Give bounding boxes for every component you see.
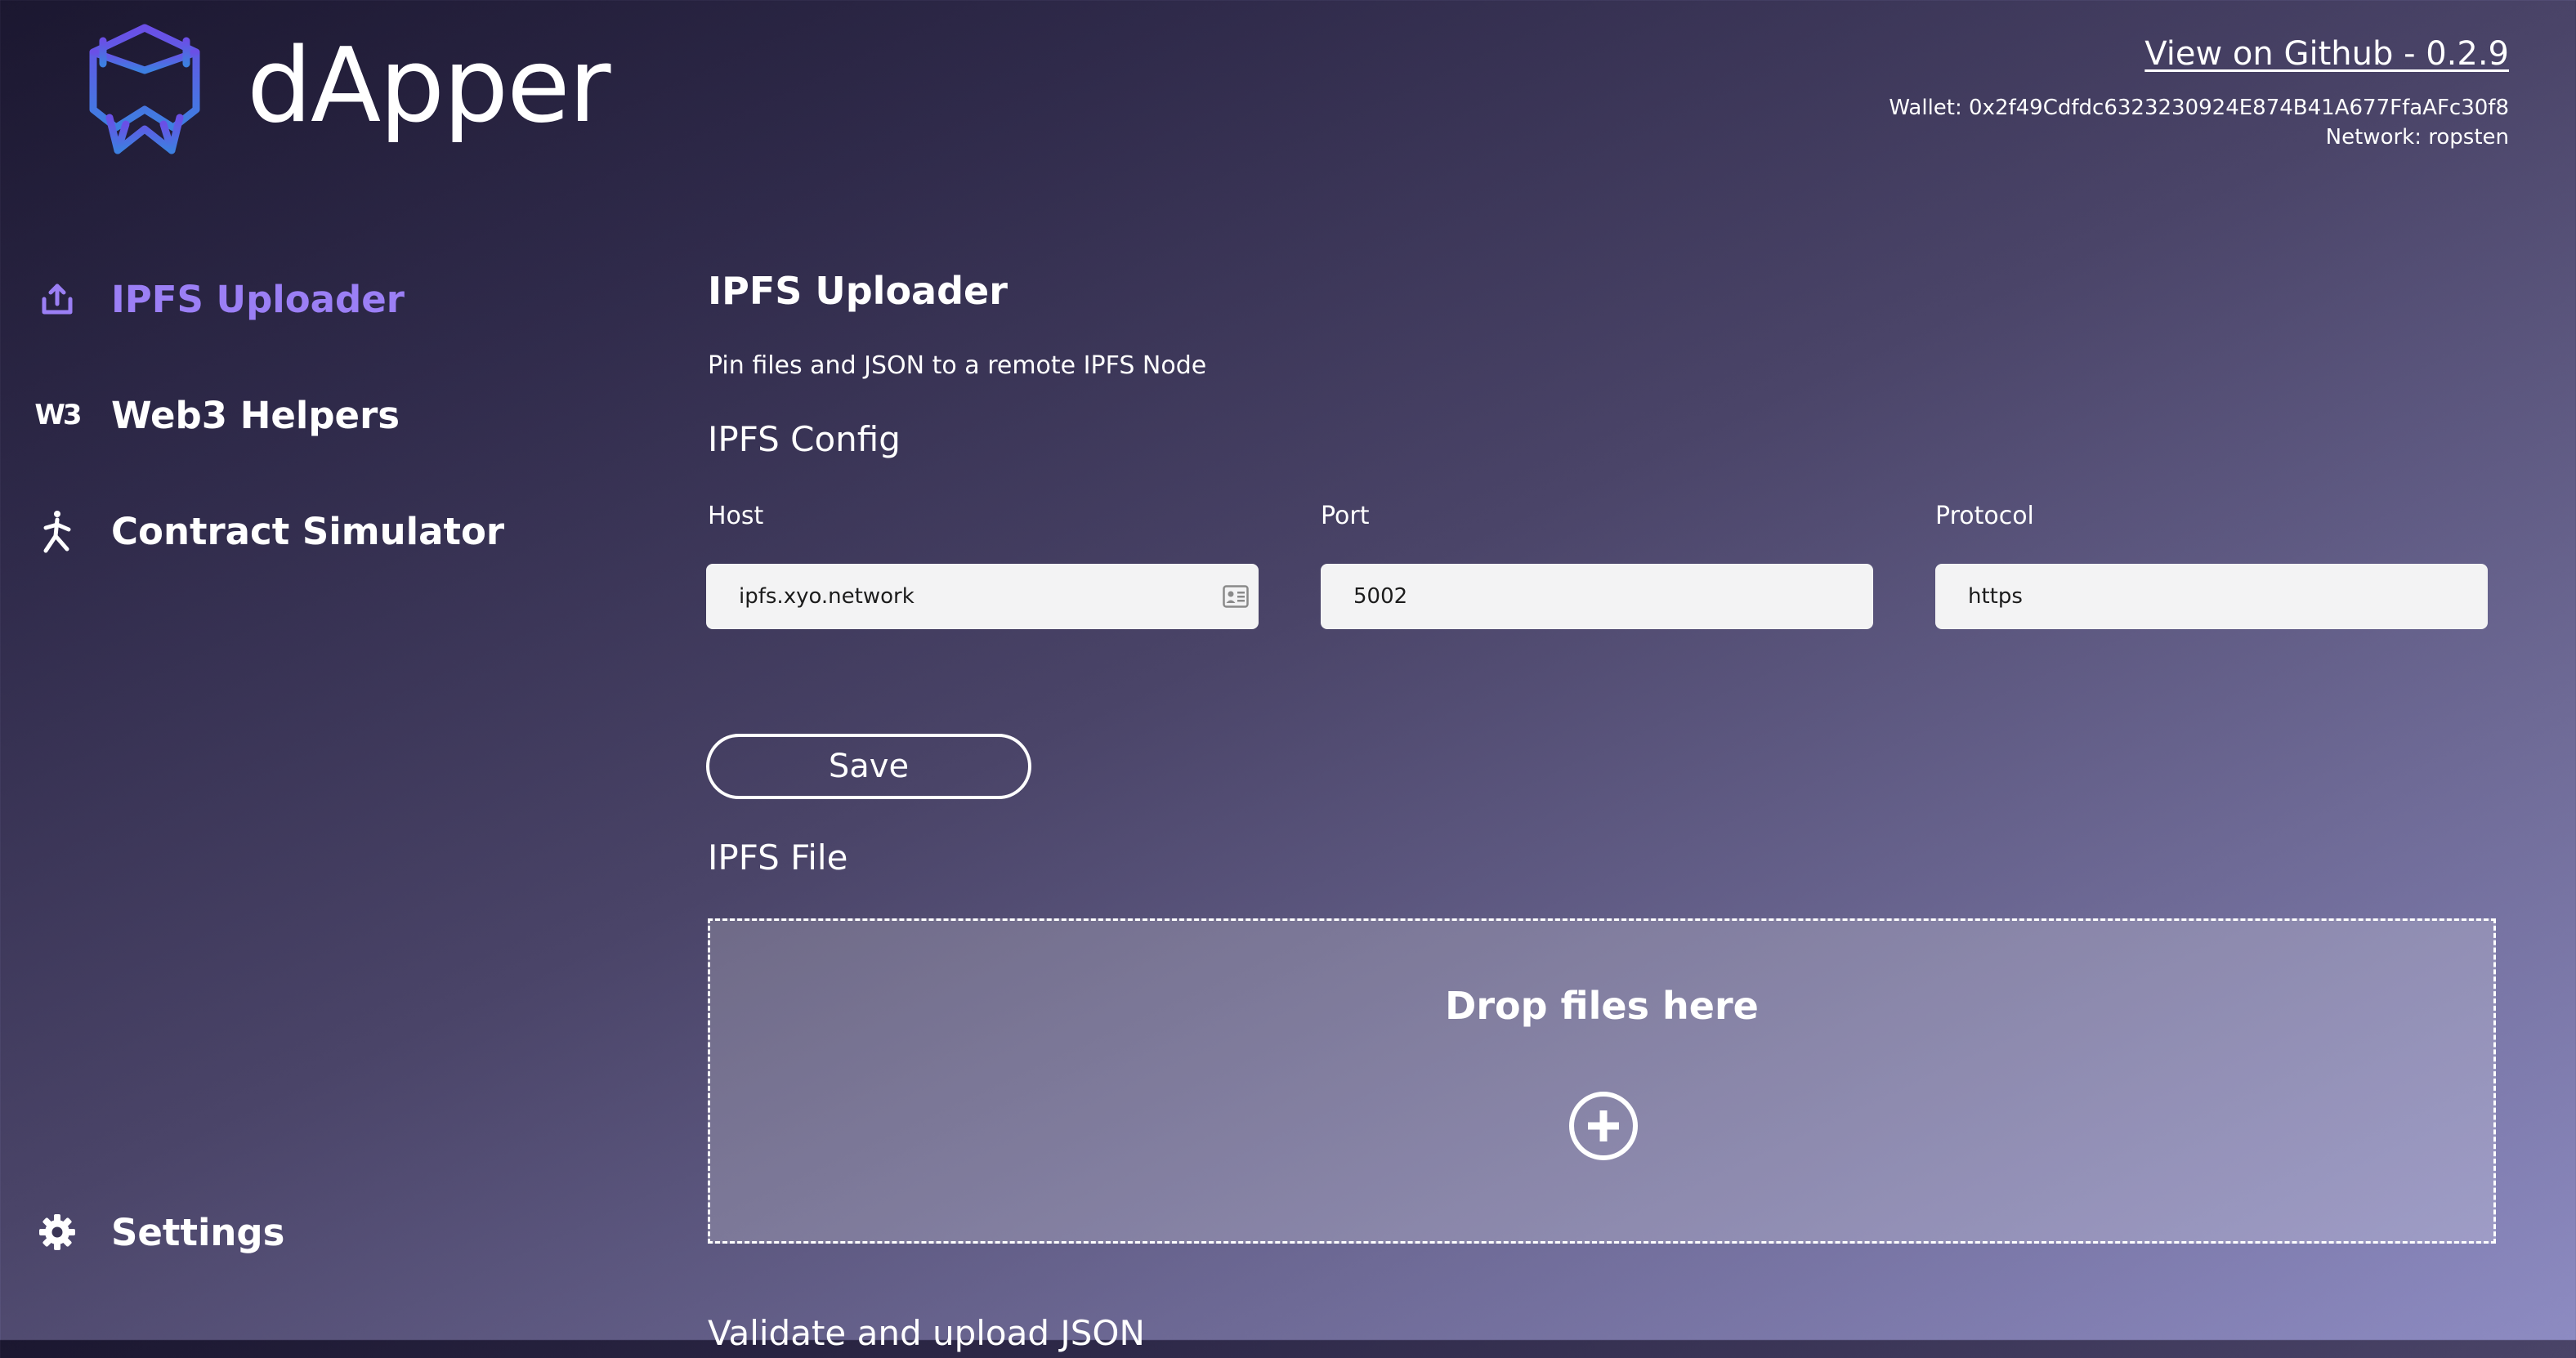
page-description: Pin files and JSON to a remote IPFS Node [708,351,1207,380]
validate-json-heading: Validate and upload JSON [708,1313,1145,1353]
port-field-wrapper [1321,564,1873,629]
dapper-logo [89,24,200,154]
protocol-input[interactable] [1968,584,2455,609]
sidebar-item-label: Settings [111,1210,285,1254]
file-dropzone[interactable]: Drop files here [708,918,2496,1244]
host-field-wrapper [706,564,1259,629]
header-info: View on Github - 0.2.9 Wallet: 0x2f49Cdf… [1889,29,2509,152]
protocol-field-wrapper [1935,564,2488,629]
ipfs-file-heading: IPFS File [708,838,848,878]
port-label: Port [1321,502,1370,530]
upload-icon [38,279,77,319]
protocol-label: Protocol [1935,502,2034,530]
sidebar-item-ipfs-uploader[interactable]: IPFS Uploader [38,266,405,332]
add-circle-icon[interactable] [1568,1091,1639,1161]
sidebar-item-label: IPFS Uploader [111,277,405,321]
wallet-address: Wallet: 0x2f49Cdfdc6323230924E874B41A677… [1889,96,2509,120]
save-button[interactable]: Save [706,734,1031,799]
sidebar-item-web3-helpers[interactable]: W3 Web3 Helpers [34,382,400,448]
host-label: Host [708,502,764,530]
brand-name: dApper [247,25,610,145]
sidebar-item-contract-simulator[interactable]: Contract Simulator [38,498,504,564]
web3-icon: W3 [34,399,82,431]
network-name: Network: ropsten [2325,125,2509,150]
sidebar-item-settings[interactable]: Settings [38,1199,284,1265]
page-title: IPFS Uploader [708,269,1008,313]
port-input[interactable] [1353,584,1840,609]
running-person-icon [38,511,77,553]
host-input[interactable] [739,584,1226,609]
ipfs-config-heading: IPFS Config [708,419,901,459]
contact-card-icon[interactable] [1223,585,1249,608]
sidebar-item-label: Web3 Helpers [111,393,400,437]
dropzone-label: Drop files here [1445,984,1759,1028]
github-link[interactable]: View on Github - 0.2.9 [2144,29,2509,78]
gear-icon [38,1213,77,1252]
sidebar-item-label: Contract Simulator [111,509,505,553]
